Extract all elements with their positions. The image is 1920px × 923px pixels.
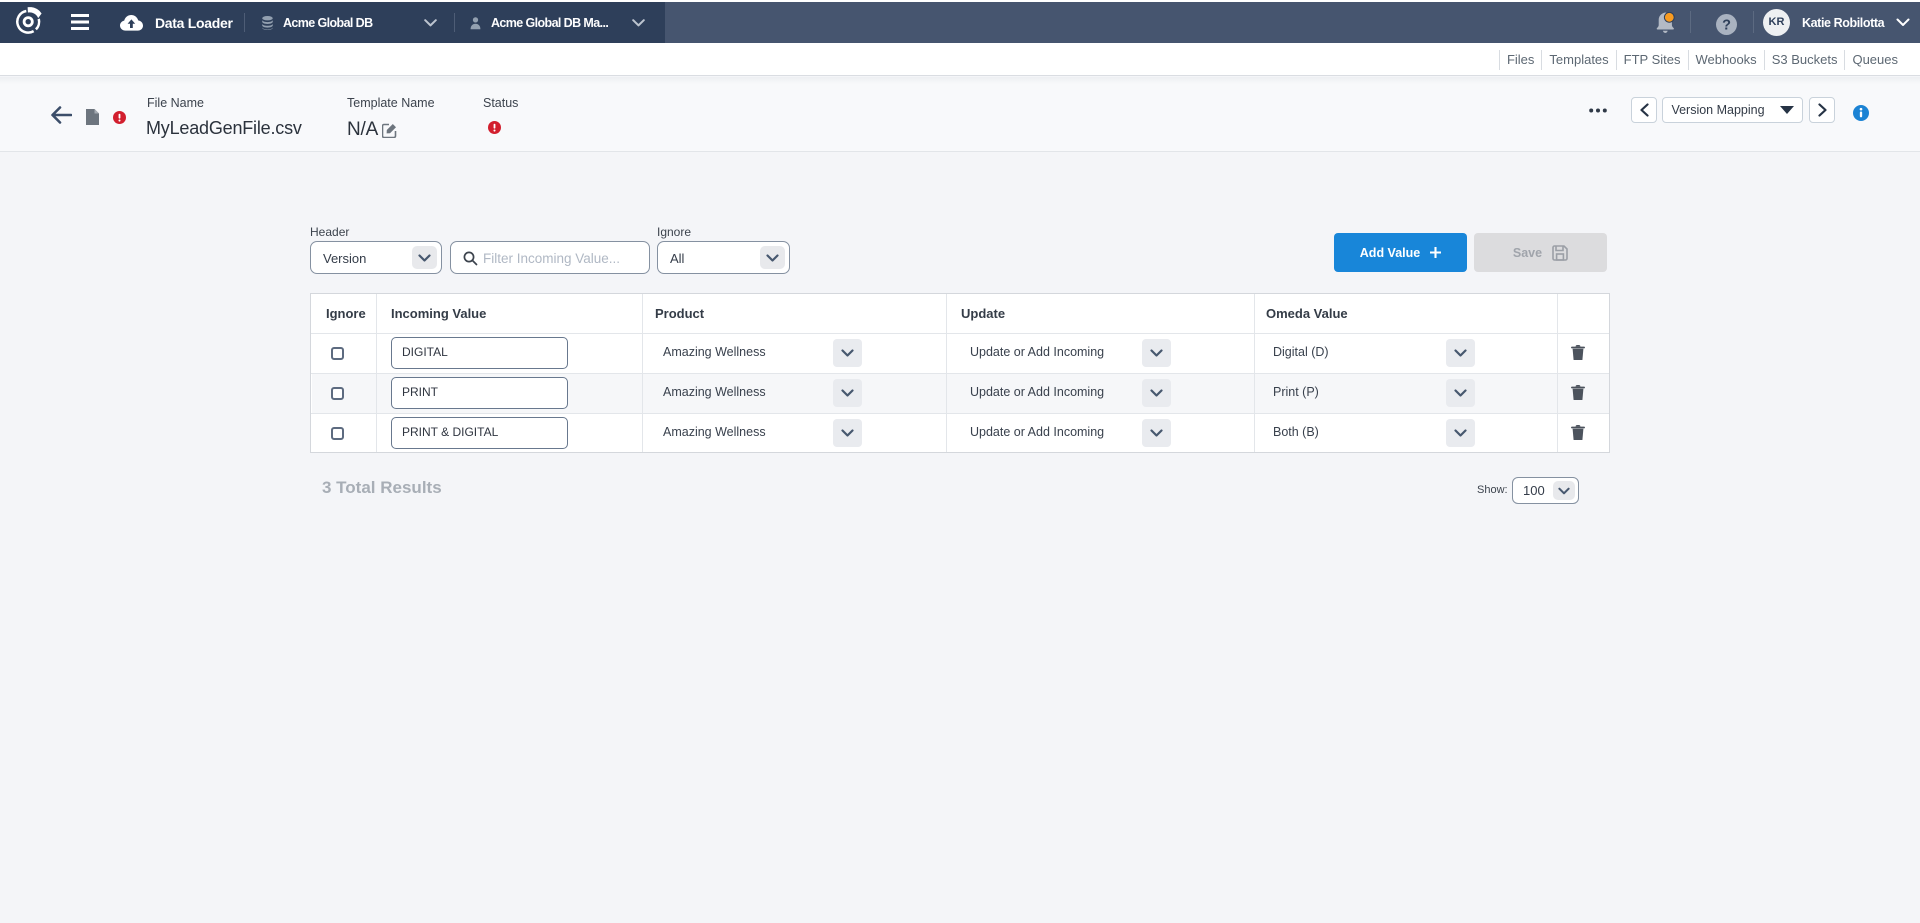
- svg-text:?: ?: [1722, 17, 1731, 33]
